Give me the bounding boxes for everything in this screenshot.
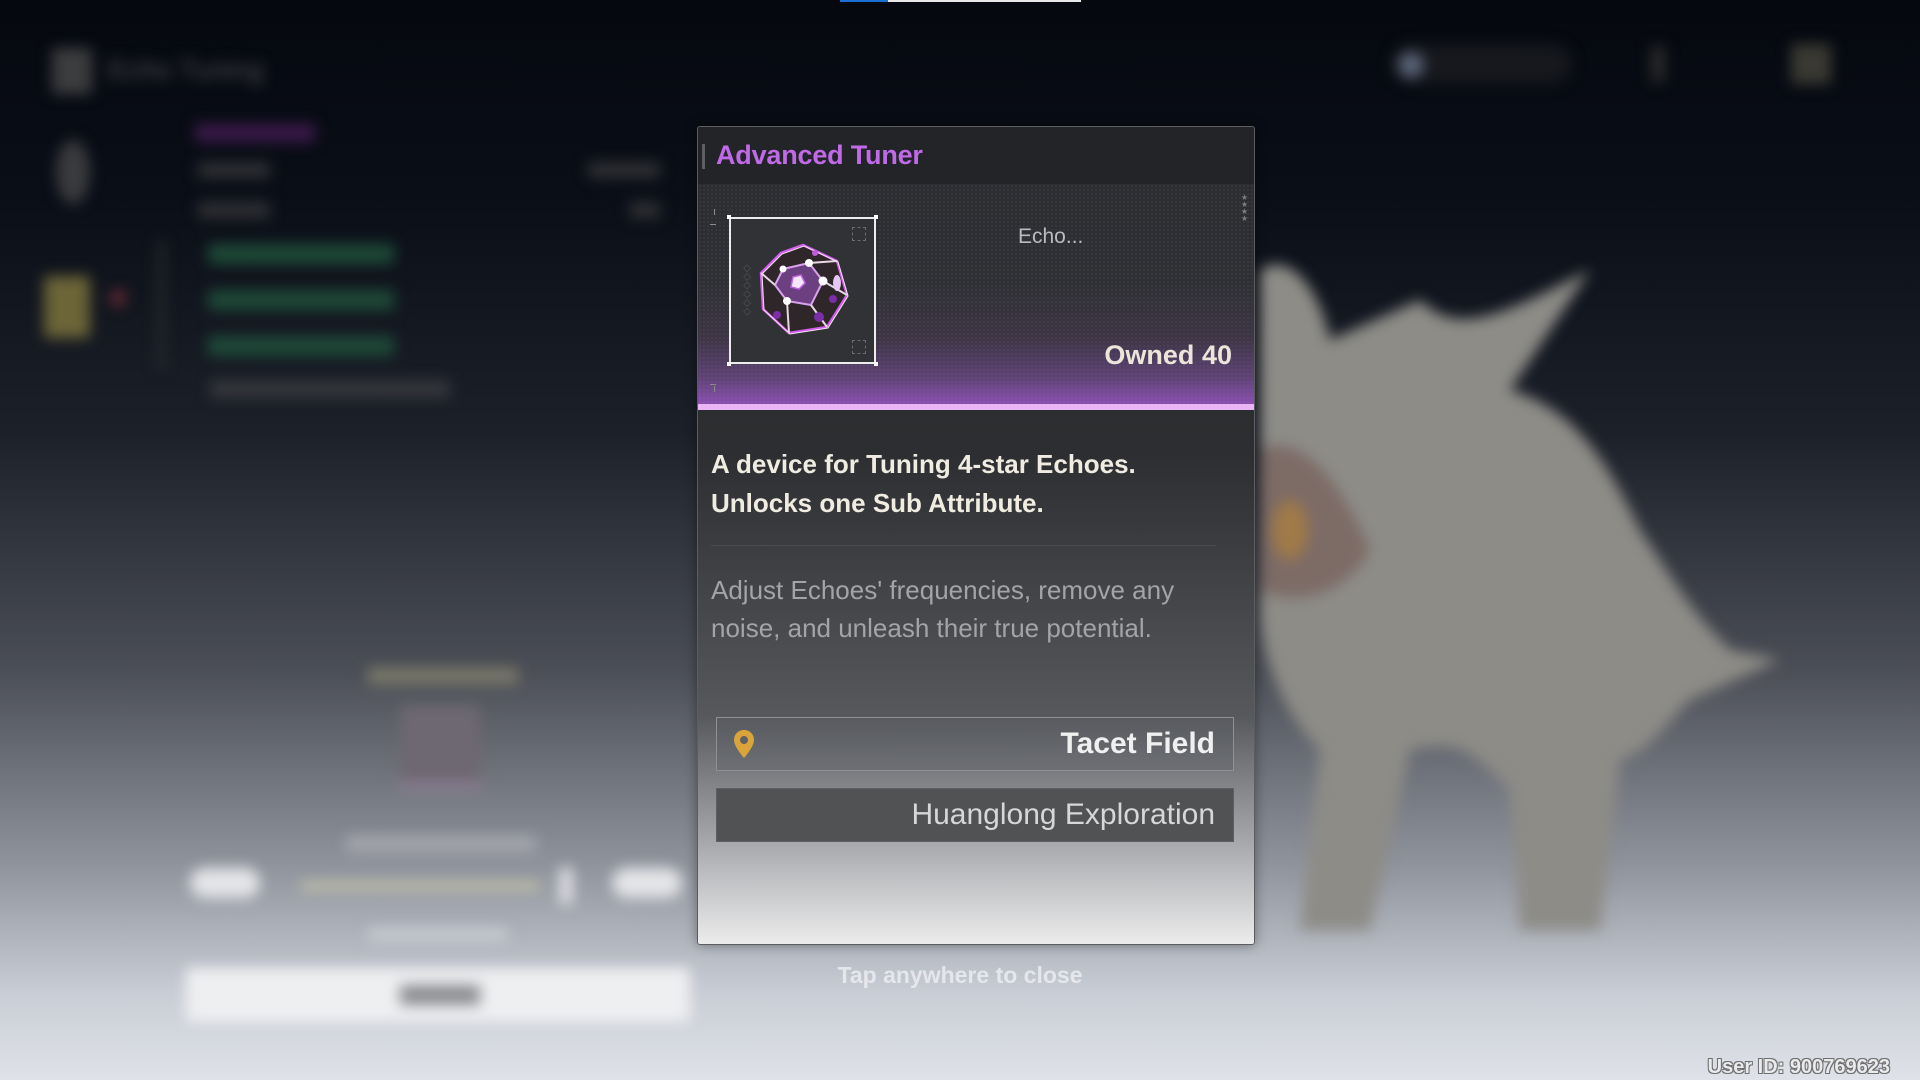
bg-locked-slot xyxy=(208,336,394,356)
currency-dot xyxy=(1398,52,1424,78)
item-category: Echo... xyxy=(1018,225,1084,248)
rarity-star-icon: ★ xyxy=(1240,214,1248,223)
flavor-line: noise, and unleash their true potential. xyxy=(711,613,1152,643)
bg-stat-value xyxy=(588,162,660,178)
bg-stat-value xyxy=(630,202,660,218)
owned-count: Owned 40 xyxy=(1104,340,1232,371)
item-description: A device for Tuning 4-star Echoes. Unloc… xyxy=(711,445,1136,523)
frame-corner-dot xyxy=(727,362,731,366)
bg-locked-slot xyxy=(208,244,394,264)
corner-mark xyxy=(710,214,716,225)
item-icon-frame: ◇◇◇◇◇◇ xyxy=(727,215,878,366)
rarity-stars: ★ ★ ★ ★ xyxy=(1240,194,1248,223)
bg-stat-row xyxy=(198,202,270,218)
source-label: Huanglong Exploration xyxy=(911,798,1215,831)
description-line: A device for Tuning 4-star Echoes. xyxy=(711,449,1136,479)
location-pin-icon xyxy=(734,730,754,758)
frame-corner-dot xyxy=(874,215,878,219)
notification-dot xyxy=(110,290,126,306)
bg-slider xyxy=(300,882,540,890)
bg-min-pill xyxy=(190,868,260,898)
source-huanglong-exploration-button[interactable]: Huanglong Exploration xyxy=(716,788,1234,842)
item-detail-popup[interactable]: Advanced Tuner ◇◇◇◇◇◇ Echo... ★ ★ ★ ★ Ow… xyxy=(697,126,1255,945)
corner-mark xyxy=(714,209,715,215)
bg-material-count xyxy=(346,836,536,852)
header-accent-bar xyxy=(702,144,705,169)
bg-locked-slot xyxy=(208,290,394,310)
tap-to-close-hint[interactable]: Tap anywhere to close xyxy=(0,962,1920,989)
tuner-crystal-icon xyxy=(759,243,849,335)
owned-label: Owned xyxy=(1104,340,1195,370)
source-tacet-field-button[interactable]: Tacet Field xyxy=(716,717,1234,771)
bg-cost-text xyxy=(368,928,508,942)
bg-material-title xyxy=(368,668,518,684)
nav-divider xyxy=(158,240,164,370)
corner-mark xyxy=(710,384,716,395)
bg-hint-text xyxy=(210,380,450,398)
bg-material-thumb xyxy=(400,706,480,782)
bg-echo-name xyxy=(195,124,315,142)
inventory-icon xyxy=(44,276,90,338)
frame-glyph-icon xyxy=(852,227,866,241)
bg-max-pill xyxy=(612,868,682,898)
popup-header: Advanced Tuner xyxy=(698,127,1254,184)
description-line: Unlocks one Sub Attribute. xyxy=(711,488,1044,518)
item-flavor-text: Adjust Echoes' frequencies, remove any n… xyxy=(711,571,1174,647)
echo-creature-model xyxy=(1260,264,1780,930)
item-hero: ◇◇◇◇◇◇ Echo... ★ ★ ★ ★ Owned 40 xyxy=(698,184,1254,404)
user-id: User ID: 900769623 xyxy=(1707,1056,1890,1078)
bg-stat-row xyxy=(198,162,270,178)
rarity-strip xyxy=(698,404,1254,410)
frame-glyph-icon xyxy=(852,340,866,354)
screen-title: Echo Tuning xyxy=(108,54,264,85)
owned-value: 40 xyxy=(1201,340,1232,370)
resonator-icon xyxy=(56,140,90,204)
frame-decor-text: ◇◇◇◇◇◇ xyxy=(741,264,753,317)
menu-icon xyxy=(1651,46,1665,82)
divider xyxy=(711,545,1216,546)
bg-slider-handle xyxy=(560,868,572,904)
bg-material-bar xyxy=(398,782,482,790)
source-label: Tacet Field xyxy=(1060,727,1215,760)
item-title: Advanced Tuner xyxy=(716,140,923,170)
corner-mark xyxy=(714,386,715,392)
flavor-line: Adjust Echoes' frequencies, remove any xyxy=(711,575,1175,605)
close-icon xyxy=(1791,44,1831,84)
echo-tuning-icon xyxy=(52,48,92,94)
